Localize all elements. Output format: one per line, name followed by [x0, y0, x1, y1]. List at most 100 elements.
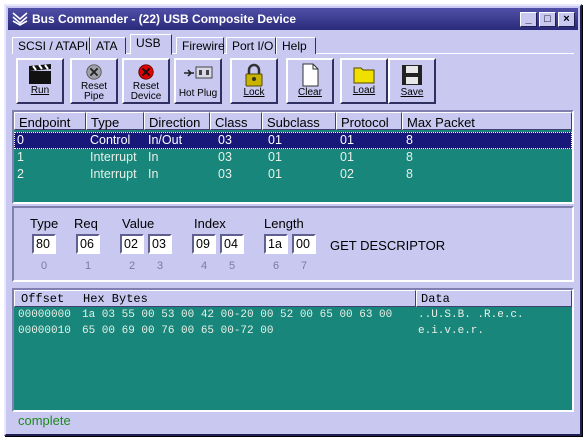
lock-icon — [245, 63, 263, 87]
run-label: Run — [30, 85, 50, 96]
tab-ata[interactable]: ATA — [90, 37, 126, 54]
table-row[interactable]: 1 Interrupt In 03 01 01 8 — [14, 149, 572, 166]
table-row[interactable]: 0 Control In/Out 03 01 01 8 — [14, 132, 572, 149]
tab-scsi-atapi[interactable]: SCSI / ATAPI — [12, 37, 90, 54]
run-button[interactable]: Run — [16, 58, 64, 104]
hex-dump-header-left[interactable]: Offset Hex Bytes — [14, 290, 416, 307]
hot-plug-label: Hot Plug — [178, 88, 218, 99]
window-title: Bus Commander - (22) USB Composite Devic… — [32, 12, 297, 26]
table-row[interactable]: 2 Interrupt In 03 01 02 8 — [14, 166, 572, 183]
data-header-label: Data — [421, 292, 450, 306]
byte-index: 6 — [273, 260, 280, 272]
tab-help[interactable]: Help — [276, 37, 316, 54]
cell-endpoint: 1 — [17, 150, 24, 164]
setup-packet-panel: Type Req Value Index Length 80 06 02 03 … — [12, 206, 574, 282]
title-bar[interactable]: Bus Commander - (22) USB Composite Devic… — [8, 8, 578, 30]
endpoint-table-header: Endpoint Type Direction Class Subclass P… — [14, 112, 572, 130]
cell-class: 03 — [218, 150, 232, 164]
byte-index: 7 — [301, 260, 308, 272]
type-byte-field[interactable]: 80 — [32, 234, 56, 254]
cell-protocol: 02 — [340, 167, 354, 181]
reset-pipe-label: Reset Pipe — [80, 81, 108, 102]
hex-offset: 00000010 — [18, 325, 71, 337]
main-window: Bus Commander - (22) USB Composite Devic… — [4, 4, 582, 436]
value-low-byte-field[interactable]: 02 — [120, 234, 144, 254]
save-button[interactable]: Save — [388, 58, 436, 104]
byte-index: 3 — [157, 260, 164, 272]
reset-pipe-button[interactable]: Reset Pipe — [70, 58, 118, 104]
byte-index: 0 — [41, 260, 48, 272]
col-subclass[interactable]: Subclass — [262, 112, 336, 130]
cell-endpoint: 0 — [17, 133, 24, 147]
hex-line: 00000000 1a 03 55 00 53 00 42 00-20 00 5… — [14, 309, 572, 324]
req-byte-field[interactable]: 06 — [76, 234, 100, 254]
cell-direction: In/Out — [148, 133, 183, 147]
length-high-byte-field[interactable]: 00 — [292, 234, 316, 254]
status-text: complete — [18, 413, 71, 428]
cell-subclass: 01 — [268, 150, 282, 164]
hex-ascii: ..U.S.B. .R.e.c. — [418, 309, 524, 321]
load-label: Load — [352, 85, 376, 96]
length-low-byte-field[interactable]: 1a — [264, 234, 288, 254]
type-label: Type — [30, 216, 59, 231]
cell-direction: In — [148, 150, 159, 164]
cell-type: Interrupt — [90, 150, 137, 164]
usb-plug-icon — [184, 66, 213, 79]
maximize-button[interactable]: □ — [539, 11, 556, 27]
request-description: GET DESCRIPTOR — [330, 238, 446, 253]
hot-plug-button[interactable]: Hot Plug — [174, 58, 222, 104]
offset-header: Offset — [21, 292, 65, 306]
index-label: Index — [194, 216, 226, 231]
col-type[interactable]: Type — [86, 112, 144, 130]
clapperboard-icon — [29, 64, 51, 84]
col-protocol[interactable]: Protocol — [336, 112, 402, 130]
load-button[interactable]: Load — [340, 58, 388, 104]
cell-max-packet: 8 — [406, 167, 413, 181]
cell-endpoint: 2 — [17, 167, 24, 181]
blank-document-icon — [302, 63, 319, 87]
tab-firewire[interactable]: Firewire — [176, 37, 225, 54]
hex-dump-body[interactable]: 00000000 1a 03 55 00 53 00 42 00-20 00 5… — [14, 307, 572, 410]
reset-device-icon — [138, 64, 154, 80]
close-button[interactable]: × — [558, 11, 575, 27]
app-logo-icon — [12, 12, 28, 26]
cell-type: Interrupt — [90, 167, 137, 181]
cell-class: 03 — [218, 167, 232, 181]
hex-bytes: 1a 03 55 00 53 00 42 00-20 00 52 00 65 0… — [82, 309, 393, 321]
col-class[interactable]: Class — [210, 112, 262, 130]
byte-index: 1 — [85, 260, 92, 272]
cell-type: Control — [90, 133, 131, 147]
hex-line: 00000010 65 00 69 00 76 00 65 00-72 00 e… — [14, 325, 572, 340]
length-label: Length — [264, 216, 304, 231]
data-header[interactable]: Data — [416, 290, 572, 307]
clear-button[interactable]: Clear — [286, 58, 334, 104]
value-high-byte-field[interactable]: 03 — [148, 234, 172, 254]
cell-class: 03 — [218, 133, 232, 147]
cell-max-packet: 8 — [406, 150, 413, 164]
cell-subclass: 01 — [268, 167, 282, 181]
col-direction[interactable]: Direction — [144, 112, 210, 130]
cell-direction: In — [148, 167, 159, 181]
cell-protocol: 01 — [340, 150, 354, 164]
endpoint-table: Endpoint Type Direction Class Subclass P… — [12, 110, 574, 204]
minimize-button[interactable]: _ — [520, 11, 537, 27]
cell-max-packet: 8 — [406, 133, 413, 147]
lock-button[interactable]: Lock — [230, 58, 278, 104]
folder-icon — [353, 67, 375, 84]
tab-port-io[interactable]: Port I/O — [226, 37, 276, 54]
tab-bar: SCSI / ATAPI ATA USB Firewire Port I/O H… — [12, 34, 574, 55]
hex-bytes: 65 00 69 00 76 00 65 00-72 00 — [82, 325, 274, 337]
value-label: Value — [122, 216, 155, 231]
index-high-byte-field[interactable]: 04 — [220, 234, 244, 254]
col-endpoint[interactable]: Endpoint — [14, 112, 86, 130]
lock-label: Lock — [243, 87, 265, 98]
col-max-packet[interactable]: Max Packet — [402, 112, 572, 130]
hex-dump-panel: Offset Hex Bytes Data 00000000 1a 03 55 … — [12, 288, 574, 412]
byte-index: 2 — [129, 260, 136, 272]
save-label: Save — [400, 87, 424, 98]
hex-ascii: e.i.v.e.r. — [418, 325, 485, 337]
tab-usb[interactable]: USB — [130, 34, 172, 55]
reset-device-button[interactable]: Reset Device — [122, 58, 170, 104]
reset-pipe-icon — [86, 64, 102, 80]
index-low-byte-field[interactable]: 09 — [192, 234, 216, 254]
